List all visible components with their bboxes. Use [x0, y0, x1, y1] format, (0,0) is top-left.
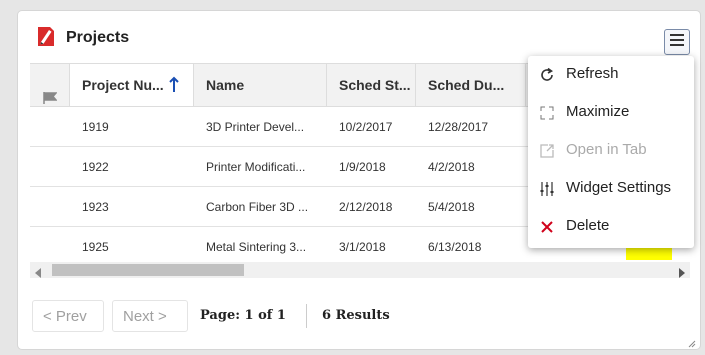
arrow-up-icon: [169, 64, 179, 106]
menu-item-label: Widget Settings: [566, 179, 672, 196]
cell-sched-due: 12/28/2017: [428, 120, 489, 134]
hamburger-menu-icon: [670, 33, 684, 51]
cell-project-number: 1919: [82, 120, 109, 134]
sliders-icon: [538, 180, 556, 198]
cell-project-number: 1925: [82, 240, 109, 254]
scrollbar-thumb[interactable]: [52, 264, 244, 276]
column-header-project-number[interactable]: Project Nu...: [70, 64, 194, 106]
cell-project-number: 1922: [82, 160, 109, 174]
menu-item-label: Delete: [566, 217, 610, 234]
cell-sched-start: 10/2/2017: [339, 120, 393, 134]
menu-item-delete[interactable]: Delete: [528, 208, 694, 246]
flag-icon: [43, 78, 58, 106]
prev-page-button[interactable]: < Prev: [32, 300, 104, 332]
red-pencil-logo-icon: [36, 26, 56, 47]
cell-name: Metal Sintering 3...: [206, 240, 307, 254]
resize-handle-icon[interactable]: [686, 335, 696, 348]
cell-sched-due: 6/13/2018: [428, 240, 482, 254]
cell-project-number: 1923: [82, 200, 109, 214]
cell-sched-due: 4/2/2018: [428, 160, 475, 174]
scroll-left-arrow-icon[interactable]: [34, 265, 42, 283]
menu-item-maximize[interactable]: Maximize: [528, 94, 694, 132]
column-header-flag[interactable]: [30, 64, 70, 106]
refresh-icon: [538, 66, 556, 84]
column-header-name[interactable]: Name: [194, 64, 327, 106]
menu-item-open-in-tab[interactable]: Open in Tab: [528, 132, 694, 170]
cell-sched-start: 3/1/2018: [339, 240, 386, 254]
menu-item-label: Open in Tab: [566, 141, 647, 158]
column-header-sched-start[interactable]: Sched St...: [327, 64, 416, 106]
cell-sched-start: 2/12/2018: [339, 200, 393, 214]
highlight-marker: [626, 248, 672, 260]
cell-sched-due: 5/4/2018: [428, 200, 475, 214]
menu-item-refresh[interactable]: Refresh: [528, 56, 694, 94]
widget-menu-button[interactable]: [664, 29, 690, 55]
cell-sched-start: 1/9/2018: [339, 160, 386, 174]
horizontal-scrollbar[interactable]: [30, 262, 690, 278]
pagination-bar: < Prev Next > Page: 1 of 1 6 Results: [30, 296, 690, 336]
widget-title: Projects: [66, 29, 130, 46]
column-header-label: Project Nu...: [82, 77, 164, 93]
page-info: Page: 1 of 1: [200, 308, 286, 323]
delete-x-icon: [538, 218, 556, 236]
pager-divider: [306, 304, 307, 328]
maximize-icon: [538, 104, 556, 122]
cell-name: Carbon Fiber 3D ...: [206, 200, 309, 214]
column-header-sched-due[interactable]: Sched Du...: [416, 64, 526, 106]
menu-item-label: Maximize: [566, 103, 630, 120]
widget-menu-dropdown: Refresh Maximize Open in Tab Widget Sett…: [528, 56, 694, 248]
cell-name: 3D Printer Devel...: [206, 120, 305, 134]
next-page-button[interactable]: Next >: [112, 300, 188, 332]
results-count: 6 Results: [322, 308, 390, 323]
menu-item-widget-settings[interactable]: Widget Settings: [528, 170, 694, 208]
scroll-right-arrow-icon[interactable]: [678, 265, 686, 283]
open-in-tab-icon: [538, 142, 556, 160]
menu-item-label: Refresh: [566, 65, 619, 82]
cell-name: Printer Modificati...: [206, 160, 306, 174]
